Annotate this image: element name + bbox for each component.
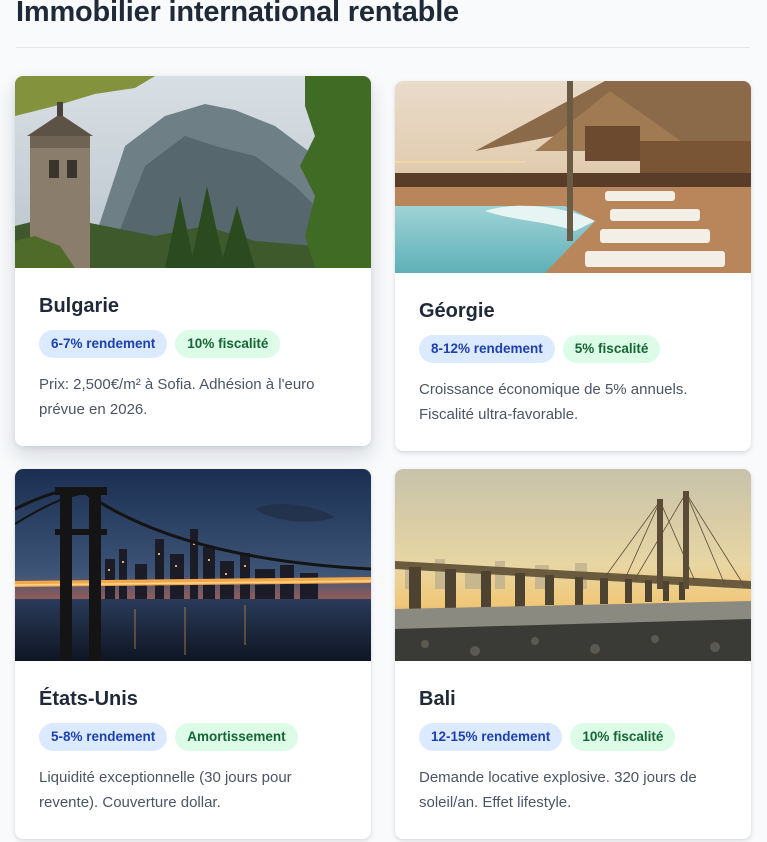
tax-badge: Amortissement — [175, 723, 298, 751]
yield-badge: 5-8% rendement — [39, 723, 168, 751]
property-card-georgia[interactable]: Géorgie 8-12% rendement 5% fiscalité Cro… — [395, 81, 751, 451]
tax-badge: 10% fiscalité — [175, 330, 281, 358]
page-title: Immobilier international rentable — [16, 0, 459, 28]
yield-badge: 12-15% rendement — [419, 723, 563, 751]
mountain-tower-photo — [15, 76, 371, 268]
card-title: Bali — [419, 688, 456, 710]
tax-badge: 5% fiscalité — [562, 335, 661, 363]
card-title: Bulgarie — [39, 295, 120, 317]
card-title: Géorgie — [419, 300, 495, 322]
property-card-bulgaria[interactable]: Bulgarie 6-7% rendement 10% fiscalité Pr… — [15, 76, 371, 446]
card-title: États-Unis — [39, 688, 138, 710]
card-description: Prix: 2,500€/m² à Sofia. Adhésion à l'eu… — [39, 376, 315, 418]
property-card-bali[interactable]: Bali 12-15% rendement 10% fiscalité Dema… — [395, 469, 751, 839]
card-description: Croissance économique de 5% annuels. Fis… — [419, 381, 688, 423]
card-description: Liquidité exceptionnelle (30 jours pour … — [39, 769, 292, 811]
yield-badge: 6-7% rendement — [39, 330, 168, 358]
sea-bridge-sunset-photo — [395, 469, 751, 661]
city-bridge-night-photo — [15, 469, 371, 661]
yield-badge: 8-12% rendement — [419, 335, 555, 363]
card-description: Demande locative explosive. 320 jours de… — [419, 769, 697, 811]
resort-pool-photo — [395, 81, 751, 273]
title-divider — [16, 47, 750, 48]
property-card-usa[interactable]: États-Unis 5-8% rendement Amortissement … — [15, 469, 371, 839]
tax-badge: 10% fiscalité — [570, 723, 676, 751]
